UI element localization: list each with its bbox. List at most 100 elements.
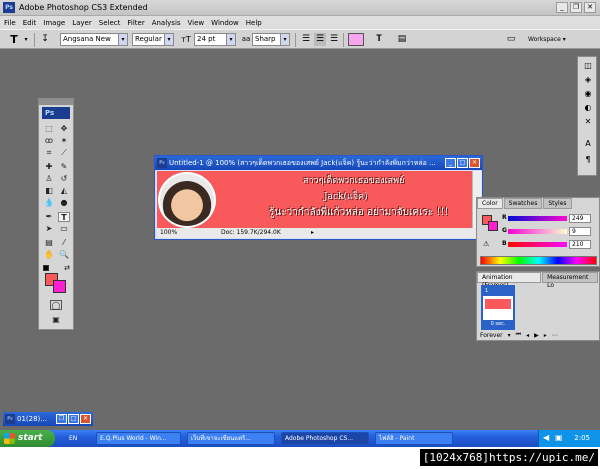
minimized-document-window[interactable]: Ps 01(28)... ❐ □ ✕ <box>3 412 93 426</box>
warp-text-icon[interactable]: 𝐓 <box>373 33 385 46</box>
tab-swatches[interactable]: Swatches <box>503 198 543 209</box>
blur-tool-icon[interactable]: 💧 <box>43 198 55 208</box>
brush-tool-icon[interactable]: ✎ <box>58 162 70 172</box>
layers-icon[interactable]: ◐ <box>582 103 594 113</box>
status-menu-arrow-icon[interactable]: ▸ <box>311 228 314 238</box>
font-size-select[interactable]: 24 pt ▾ <box>194 33 236 46</box>
channel-r-value[interactable]: 249 <box>569 214 591 223</box>
tab-animation-frames[interactable]: Animation (Frames) <box>477 272 542 289</box>
align-left-icon[interactable]: ☰ <box>300 33 312 46</box>
zoom-level[interactable]: 100% <box>160 228 177 238</box>
min-restore-button[interactable]: ❐ <box>56 414 67 424</box>
language-indicator[interactable]: EN <box>69 433 77 444</box>
document-canvas[interactable]: สาวๆเด็ดพวกเธอของเสพย์ Jack(แจ็ค) รู้นะว… <box>157 171 472 228</box>
tool-preset-dropdown-icon[interactable]: ▾ <box>20 33 32 46</box>
dodge-tool-icon[interactable]: ● <box>58 198 70 208</box>
workspace-menu[interactable]: Workspace ▾ <box>528 33 570 46</box>
min-close-button[interactable]: ✕ <box>80 414 91 424</box>
notes-tool-icon[interactable]: ▤ <box>43 238 55 248</box>
text-orientation-icon[interactable]: ↧ <box>39 33 51 46</box>
font-family-select[interactable]: Angsana New ▾ <box>60 33 128 46</box>
zoom-tool-icon[interactable]: 🔍 <box>58 250 70 260</box>
screen-mode-icon[interactable]: ▣ <box>50 315 62 325</box>
rectangle-tool-icon[interactable]: ▭ <box>58 224 70 234</box>
align-right-icon[interactable]: ☰ <box>328 33 340 46</box>
menu-help[interactable]: Help <box>246 19 262 27</box>
workspace-icon[interactable]: ▭ <box>503 33 519 46</box>
channel-b-slider[interactable] <box>508 242 567 247</box>
taskbar-item-photoshop[interactable]: Adobe Photoshop CS... <box>281 432 369 445</box>
default-colors-icon[interactable] <box>43 265 49 271</box>
menu-edit[interactable]: Edit <box>23 19 37 27</box>
taskbar-item-web[interactable]: เว็บที่เขาจะเขียนแต่ร้... <box>187 432 275 445</box>
text-color-swatch[interactable] <box>348 33 364 46</box>
doc-close-button[interactable]: ✕ <box>469 158 480 168</box>
lasso-tool-icon[interactable]: ꝏ <box>43 136 55 146</box>
color-spectrum-bar[interactable] <box>480 256 597 265</box>
close-button[interactable]: ✕ <box>584 2 596 13</box>
min-maximize-button[interactable]: □ <box>68 414 79 424</box>
volume-icon[interactable]: ◀ <box>543 433 549 442</box>
menu-select[interactable]: Select <box>99 19 121 27</box>
quick-mask-icon[interactable]: ◯ <box>50 300 62 310</box>
minimize-button[interactable]: _ <box>556 2 568 13</box>
eraser-tool-icon[interactable]: ◧ <box>43 186 55 196</box>
restore-button[interactable]: ❐ <box>570 2 582 13</box>
gamut-warning-icon[interactable]: ⚠ <box>483 240 489 248</box>
align-center-icon[interactable]: ☰ <box>314 33 326 46</box>
actions-icon[interactable]: ◉ <box>582 89 594 99</box>
loop-select[interactable]: Forever <box>480 332 503 339</box>
paragraph-icon[interactable]: ¶ <box>582 155 594 165</box>
eyedropper-tool-icon[interactable]: ⁄ <box>58 238 70 248</box>
channel-r-slider[interactable] <box>508 216 567 221</box>
history-brush-tool-icon[interactable]: ↺ <box>58 174 70 184</box>
swap-colors-icon[interactable]: ⇄ <box>61 263 73 273</box>
tween-icon[interactable]: ⋯ <box>552 332 558 339</box>
doc-minimize-button[interactable]: _ <box>445 158 456 168</box>
color-panel-background-swatch[interactable] <box>488 221 498 231</box>
next-frame-icon[interactable]: ▸ <box>544 332 547 339</box>
doc-maximize-button[interactable]: □ <box>457 158 468 168</box>
tab-color[interactable]: Color <box>477 198 503 209</box>
path-selection-tool-icon[interactable]: ➤ <box>43 224 55 234</box>
history-icon[interactable]: ◈ <box>582 75 594 85</box>
menu-view[interactable]: View <box>188 19 205 27</box>
menu-window[interactable]: Window <box>211 19 239 27</box>
marquee-tool-icon[interactable]: ⬚ <box>43 124 55 134</box>
play-icon[interactable]: ▶ <box>534 332 539 339</box>
move-tool-icon[interactable]: ✥ <box>58 124 70 134</box>
start-button[interactable]: start <box>0 430 55 447</box>
navigator-icon[interactable]: ◫ <box>582 61 594 71</box>
animation-frame[interactable]: 1 0 sec. <box>481 285 515 330</box>
menu-image[interactable]: Image <box>43 19 65 27</box>
gradient-tool-icon[interactable]: ◭ <box>58 186 70 196</box>
previous-frame-icon[interactable]: ◂ <box>526 332 529 339</box>
character-palette-icon[interactable]: ▤ <box>396 33 408 46</box>
font-style-select[interactable]: Regular ▾ <box>132 33 174 46</box>
doc-size[interactable]: Doc: 159.7K/294.0K <box>221 228 281 238</box>
menu-filter[interactable]: Filter <box>127 19 144 27</box>
magic-wand-tool-icon[interactable]: ✶ <box>58 136 70 146</box>
tool-presets-icon[interactable]: ✕ <box>582 117 594 127</box>
menu-analysis[interactable]: Analysis <box>152 19 181 27</box>
pen-tool-icon[interactable]: ✒ <box>43 212 55 222</box>
crop-tool-icon[interactable]: ⌗ <box>43 148 55 158</box>
chevron-down-icon[interactable]: ▾ <box>508 332 511 339</box>
first-frame-icon[interactable]: ⏮ <box>516 331 521 339</box>
channel-g-slider[interactable] <box>508 229 567 234</box>
hand-tool-icon[interactable]: ✋ <box>43 250 55 260</box>
document-titlebar[interactable]: Ps Untitled-1 @ 100% (สาวๆเด็ดพวกเธอของเ… <box>155 156 482 170</box>
channel-b-value[interactable]: 210 <box>569 240 591 249</box>
menu-layer[interactable]: Layer <box>72 19 92 27</box>
background-color-swatch[interactable] <box>53 280 66 293</box>
text-tool-icon[interactable]: T <box>8 33 20 46</box>
menu-file[interactable]: File <box>4 19 16 27</box>
character-icon[interactable]: A <box>582 139 594 149</box>
clone-stamp-tool-icon[interactable]: ♙ <box>43 174 55 184</box>
slice-tool-icon[interactable]: ⟋ <box>58 148 70 158</box>
channel-g-value[interactable]: 9 <box>569 227 591 236</box>
frame-delay[interactable]: 0 sec. <box>483 320 513 328</box>
taskbar-item-paint[interactable]: ไฟล์ฮิ - Paint <box>375 432 453 445</box>
clock[interactable]: 2:05 <box>574 433 590 444</box>
type-tool-icon[interactable]: T <box>58 212 70 222</box>
